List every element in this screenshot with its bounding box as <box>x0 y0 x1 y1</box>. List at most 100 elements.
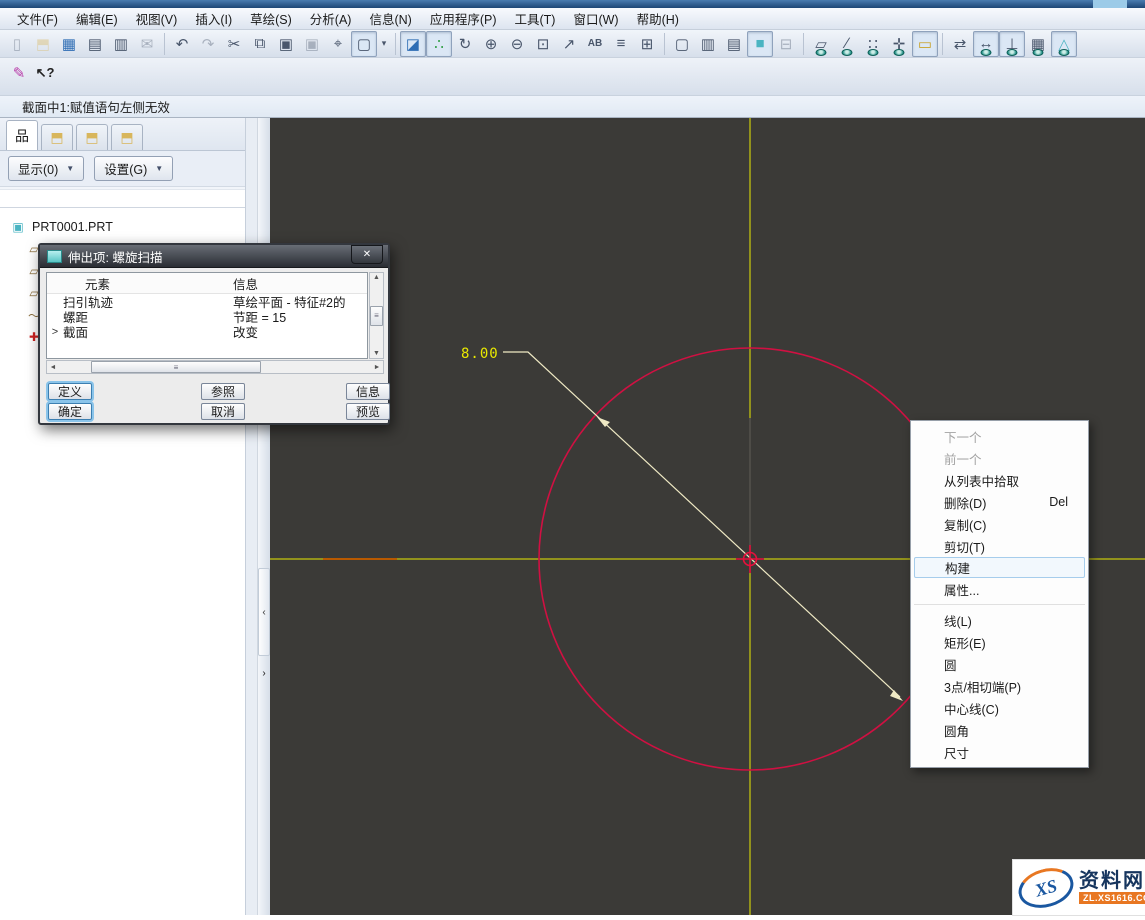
element-table[interactable]: 元素 信息 扫引轨迹 草绘平面 - 特征#2的 螺距 节距 = 15 > <box>46 272 368 359</box>
toolbar-separator[interactable] <box>395 33 396 55</box>
sash-collapse-handle[interactable]: ‹ <box>258 568 270 656</box>
annotation-display-icon[interactable]: ▭ <box>912 31 938 57</box>
toolbar-separator[interactable] <box>942 33 943 55</box>
menu-title[interactable]: 工具(T) <box>506 7 565 30</box>
toolbar-separator[interactable] <box>664 33 665 55</box>
grid-display-icon[interactable]: ▦ <box>1025 31 1051 57</box>
menu-item-delete[interactable]: 删除(D) Del <box>911 491 1088 513</box>
table-row[interactable]: > 截面 改变 <box>47 324 367 339</box>
layers-icon[interactable]: ≡ <box>608 31 634 57</box>
preview-button[interactable]: 预览 <box>346 403 390 420</box>
copy-icon[interactable]: ⧉ <box>247 31 273 57</box>
menu-title[interactable]: 应用程序(P) <box>421 7 506 30</box>
panel-sash[interactable] <box>258 118 270 915</box>
view-manager-icon[interactable]: ⊞ <box>634 31 660 57</box>
shaded-display-icon[interactable]: ■ <box>747 31 773 57</box>
cut-icon[interactable]: ✂ <box>221 31 247 57</box>
settings-dropdown-button[interactable]: 设置(G) ▼ <box>94 156 173 181</box>
dialog-titlebar[interactable]: 伸出项: 螺旋扫描 <box>40 245 388 268</box>
vertical-scrollbar[interactable]: ▲ ≡ ▼ <box>369 272 384 359</box>
info-button[interactable]: 信息 <box>346 383 390 400</box>
dimension-leader[interactable] <box>503 352 900 697</box>
menu-item-construct[interactable]: 构建 <box>914 557 1085 578</box>
tab-folder-browser[interactable]: ⬒ <box>41 124 73 150</box>
zoom-fit-icon[interactable]: ⊡ <box>530 31 556 57</box>
menu-title[interactable]: 插入(I) <box>186 7 241 30</box>
toolbar-separator[interactable] <box>803 33 804 55</box>
menu-item-copy[interactable]: 复制(C) <box>911 513 1088 535</box>
scrollbar-thumb[interactable]: ≡ <box>91 361 261 373</box>
zoom-in-icon[interactable]: ⊕ <box>478 31 504 57</box>
spin-center-icon[interactable]: ↻ <box>452 31 478 57</box>
scroll-left-icon[interactable]: ◄ <box>47 364 59 371</box>
hidden-line-display-icon[interactable]: ▥ <box>695 31 721 57</box>
cancel-button[interactable]: 取消 <box>201 403 245 420</box>
redo-icon[interactable]: ↷ <box>195 31 221 57</box>
menu-item-pick-from-list[interactable]: 从列表中拾取 <box>911 469 1088 491</box>
dimension-display-icon[interactable]: ↔ <box>973 31 999 57</box>
print-setup-icon[interactable]: ▥ <box>108 31 134 57</box>
menu-title[interactable]: 文件(F) <box>8 7 67 30</box>
paste-special-icon[interactable]: ▣ <box>299 31 325 57</box>
menu-item-properties[interactable]: 属性... <box>911 578 1088 600</box>
send-mail-icon[interactable]: ✉ <box>134 31 160 57</box>
sketch-orientation-icon[interactable]: ✎ <box>6 60 32 86</box>
menu-item-next[interactable]: 下一个 <box>911 425 1088 447</box>
define-button[interactable]: 定义 <box>48 383 92 400</box>
menu-item-cut[interactable]: 剪切(T) <box>911 535 1088 557</box>
constraint-display-icon[interactable]: ⊥ <box>999 31 1025 57</box>
show-dropdown-button[interactable]: 显示(0) ▼ <box>8 156 84 181</box>
close-button[interactable]: ✕ <box>351 245 383 264</box>
datum-plane-display-icon[interactable]: ▱ <box>808 31 834 57</box>
menu-title[interactable]: 草绘(S) <box>241 7 301 30</box>
menu-separator[interactable] <box>914 604 1085 605</box>
reorient-icon[interactable]: ↗ <box>556 31 582 57</box>
menu-item-circle[interactable]: 圆 <box>911 653 1088 675</box>
point-display-icon[interactable]: ∷ <box>860 31 886 57</box>
menu-item-centerline[interactable]: 中心线(C) <box>911 697 1088 719</box>
toolbar-separator[interactable] <box>164 33 165 55</box>
datum-axis-display-icon[interactable]: ∕ <box>834 31 860 57</box>
sketch-view-icon[interactable]: ◪ <box>400 31 426 57</box>
print-icon[interactable]: ▤ <box>82 31 108 57</box>
menu-item-rectangle[interactable]: 矩形(E) <box>911 631 1088 653</box>
scrollbar-thumb[interactable]: ≡ <box>370 306 383 326</box>
select-dropdown-arrow[interactable]: ▾ <box>377 31 391 57</box>
menu-item-fillet[interactable]: 圆角 <box>911 719 1088 741</box>
tree-root-item[interactable]: ▣ PRT0001.PRT <box>6 216 241 238</box>
menu-title[interactable]: 信息(N) <box>360 7 420 30</box>
tab-favorites[interactable]: ⬒ <box>76 124 108 150</box>
select-box-icon[interactable]: ▢ <box>351 31 377 57</box>
context-help-icon[interactable]: ↖? <box>32 60 58 86</box>
named-views-icon[interactable]: AB <box>582 31 608 57</box>
horizontal-scrollbar[interactable]: ◄ ≡ ► <box>46 360 384 374</box>
scroll-right-icon[interactable]: ► <box>371 364 383 371</box>
wireframe-display-icon[interactable]: ▢ <box>669 31 695 57</box>
panel-scrollbar[interactable] <box>246 118 258 915</box>
scroll-up-icon[interactable]: ▲ <box>373 274 380 281</box>
menu-item-line[interactable]: 线(L) <box>911 609 1088 631</box>
find-icon[interactable]: ⌖ <box>325 31 351 57</box>
new-file-icon[interactable]: ▯ <box>4 31 30 57</box>
redraw-icon[interactable]: ⇄ <box>947 31 973 57</box>
menu-title[interactable]: 视图(V) <box>127 7 187 30</box>
menu-title[interactable]: 窗口(W) <box>564 7 627 30</box>
open-file-icon[interactable]: ⬒ <box>30 31 56 57</box>
model-tree-toggle-icon[interactable]: ⊟ <box>773 31 799 57</box>
no-hidden-display-icon[interactable]: ▤ <box>721 31 747 57</box>
dimension-value[interactable]: 8.00 <box>461 346 499 362</box>
references-button[interactable]: 参照 <box>201 383 245 400</box>
menu-item-dimension[interactable]: 尺寸 <box>911 741 1088 763</box>
menu-title[interactable]: 分析(A) <box>301 7 361 30</box>
sash-expand-arrow[interactable]: › <box>259 666 269 680</box>
tab-model-tree[interactable]: 品 <box>6 120 38 150</box>
scroll-down-icon[interactable]: ▼ <box>373 350 380 357</box>
paste-icon[interactable]: ▣ <box>273 31 299 57</box>
tab-history[interactable]: ⬒ <box>111 124 143 150</box>
save-icon[interactable]: ▦ <box>56 31 82 57</box>
ok-button[interactable]: 确定 <box>48 403 92 420</box>
menu-item-3point-tangent[interactable]: 3点/相切端(P) <box>911 675 1088 697</box>
menu-title[interactable]: 帮助(H) <box>628 7 688 30</box>
menu-item-previous[interactable]: 前一个 <box>911 447 1088 469</box>
undo-icon[interactable]: ↶ <box>169 31 195 57</box>
